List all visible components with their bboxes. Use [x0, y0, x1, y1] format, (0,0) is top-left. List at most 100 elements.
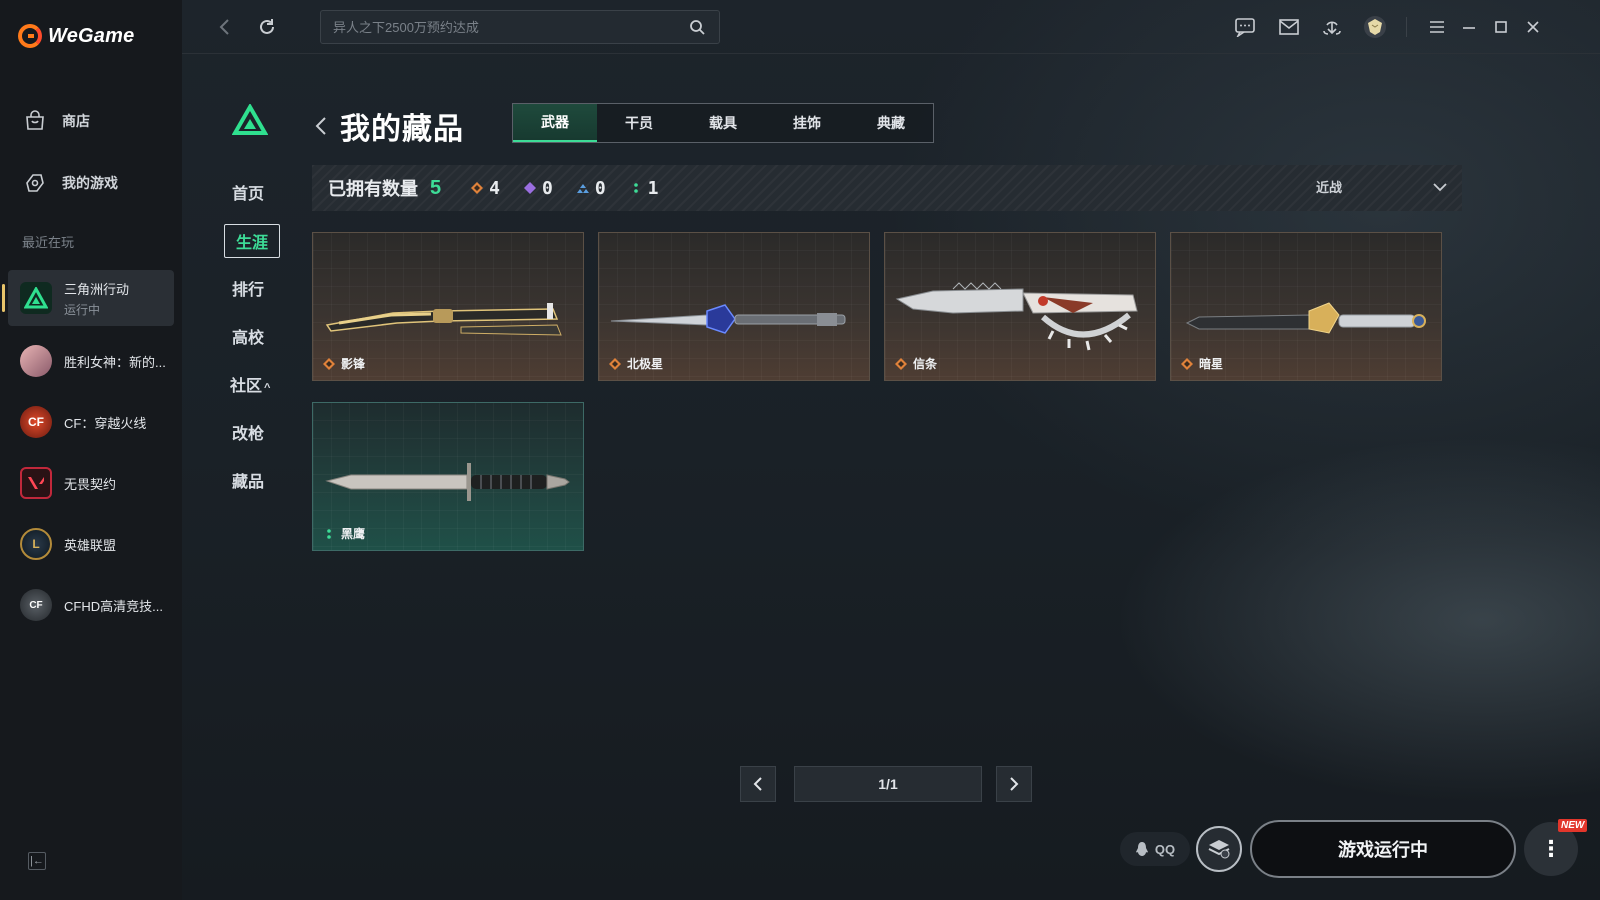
chevron-down-icon	[1433, 182, 1447, 191]
game-title: 英雄联盟	[64, 537, 117, 553]
game-title: CFHD高清竞技...	[64, 598, 163, 614]
crossfire-icon: CF	[20, 406, 52, 438]
orange-rarity-icon	[609, 357, 621, 370]
tab-charms[interactable]: 挂饰	[765, 104, 849, 142]
game-nav-gunsmith[interactable]: 改枪	[226, 420, 270, 444]
rarity-purple: 0	[523, 178, 553, 199]
user-avatar[interactable]	[1362, 14, 1388, 40]
qq-penguin-icon	[1135, 842, 1148, 856]
back-arrow-icon[interactable]	[314, 114, 328, 138]
recent-game-valorant[interactable]: 无畏契约	[8, 455, 174, 511]
minimize-icon[interactable]	[1456, 14, 1482, 40]
item-name: 信条	[913, 357, 938, 371]
game-nav-career[interactable]: 生涯	[224, 224, 280, 258]
delta-force-logo-icon[interactable]	[231, 102, 269, 135]
store-icon	[22, 108, 48, 134]
tab-vehicles[interactable]: 载具	[681, 104, 765, 142]
nav-store-label: 商店	[62, 113, 90, 129]
collapse-sidebar-icon[interactable]: |←	[28, 852, 46, 870]
download-icon[interactable]	[1319, 14, 1345, 40]
rarity-count: 1	[647, 177, 659, 199]
orange-rarity-icon	[471, 182, 484, 194]
tab-operators[interactable]: 干员	[597, 104, 681, 142]
item-name: 影锋	[341, 357, 366, 371]
melee-filter-dropdown[interactable]: 近战	[1316, 177, 1448, 196]
orange-rarity-icon	[323, 357, 335, 370]
tab-archive[interactable]: 典藏	[849, 104, 933, 142]
next-page-button[interactable]	[996, 766, 1032, 802]
knife-image	[325, 463, 570, 501]
caret-up-icon: ^	[264, 382, 271, 394]
nikke-icon	[20, 345, 52, 377]
qq-button[interactable]: QQ	[1120, 832, 1190, 866]
recent-game-cfhd[interactable]: CF CFHD高清竞技...	[8, 577, 174, 633]
close-icon[interactable]	[1520, 14, 1546, 40]
collection-tabs: 武器 干员 载具 挂饰 典藏	[512, 103, 934, 143]
game-title: 三角洲行动	[64, 281, 130, 297]
qq-label: QQ	[1154, 841, 1176, 857]
recent-game-league[interactable]: L 英雄联盟	[8, 516, 174, 572]
recent-label: 最近在玩	[22, 235, 75, 250]
menu-icon[interactable]	[1424, 14, 1450, 40]
prev-page-button[interactable]	[740, 766, 776, 802]
main-area: 首页 生涯 排行 高校 社区^ 改枪 藏品 我的藏品 武器 干员 载具 挂饰 典…	[182, 0, 1600, 900]
recent-game-delta-force[interactable]: 三角洲行动 运行中	[2, 270, 174, 326]
item-label: 北极星	[609, 355, 663, 372]
game-nav-community-label: 社区	[230, 378, 263, 395]
rarity-blue: 0	[576, 178, 606, 199]
item-name: 暗星	[1199, 357, 1224, 371]
item-label: 暗星	[1181, 355, 1223, 372]
recent-game-nikke[interactable]: 胜利女神：新的...	[8, 333, 174, 389]
page-header: 我的藏品	[314, 104, 464, 148]
game-nav-home[interactable]: 首页	[226, 180, 270, 204]
item-card[interactable]: 暗星	[1170, 232, 1442, 381]
valorant-icon	[20, 467, 52, 499]
rarity-green: 1	[630, 178, 659, 199]
nav-store[interactable]: 商店	[22, 108, 90, 134]
maximize-icon[interactable]	[1488, 14, 1514, 40]
game-nav-community[interactable]: 社区 ^	[230, 372, 282, 396]
item-name: 北极星	[627, 357, 664, 371]
refresh-icon[interactable]	[254, 14, 280, 40]
back-nav-icon[interactable]	[212, 14, 238, 40]
search-bar[interactable]	[320, 10, 720, 44]
item-card[interactable]: 信条	[884, 232, 1156, 381]
rarity-count: 4	[489, 177, 500, 199]
app-name: WeGame	[48, 24, 135, 47]
item-card[interactable]: 影锋	[312, 232, 584, 381]
chevron-right-icon	[1010, 777, 1019, 791]
game-title: 无畏契约	[64, 476, 117, 492]
wegame-logo[interactable]: WeGame	[18, 24, 134, 48]
green-rarity-icon	[327, 528, 331, 539]
topbar	[182, 0, 1600, 54]
my-games-icon	[22, 170, 48, 196]
chat-icon[interactable]	[1232, 14, 1258, 40]
blue-rarity-icon	[576, 184, 589, 193]
search-icon[interactable]	[687, 17, 707, 37]
game-nav-rank[interactable]: 排行	[226, 276, 270, 300]
wegame-logo-icon	[18, 24, 42, 48]
game-nav-campus[interactable]: 高校	[226, 324, 270, 348]
mail-icon[interactable]	[1276, 14, 1302, 40]
search-input[interactable]	[333, 19, 687, 35]
item-label: 影锋	[323, 355, 365, 372]
game-title: CF：穿越火线	[64, 415, 147, 431]
item-card[interactable]: 黑鹰	[312, 402, 584, 551]
page-indicator: 1/1	[794, 766, 982, 802]
layers-icon	[1208, 840, 1230, 859]
game-running-button[interactable]: 游戏运行中	[1250, 820, 1516, 878]
knife-image	[1185, 302, 1426, 334]
green-rarity-icon	[633, 183, 638, 193]
knife-image	[610, 304, 846, 334]
item-name: 黑鹰	[341, 527, 366, 541]
cfhd-icon: CF	[20, 589, 52, 621]
nav-my-games[interactable]: 我的游戏	[22, 170, 118, 196]
item-label: 黑鹰	[323, 525, 365, 542]
item-card[interactable]: 北极星	[598, 232, 870, 381]
purple-rarity-icon	[523, 182, 536, 194]
game-overlay-button[interactable]	[1196, 826, 1242, 872]
tab-weapons[interactable]: 武器	[513, 104, 597, 142]
owned-label: 已拥有数量	[328, 179, 418, 199]
recent-game-crossfire[interactable]: CF CF：穿越火线	[8, 394, 174, 450]
game-nav-collection[interactable]: 藏品	[226, 468, 270, 492]
